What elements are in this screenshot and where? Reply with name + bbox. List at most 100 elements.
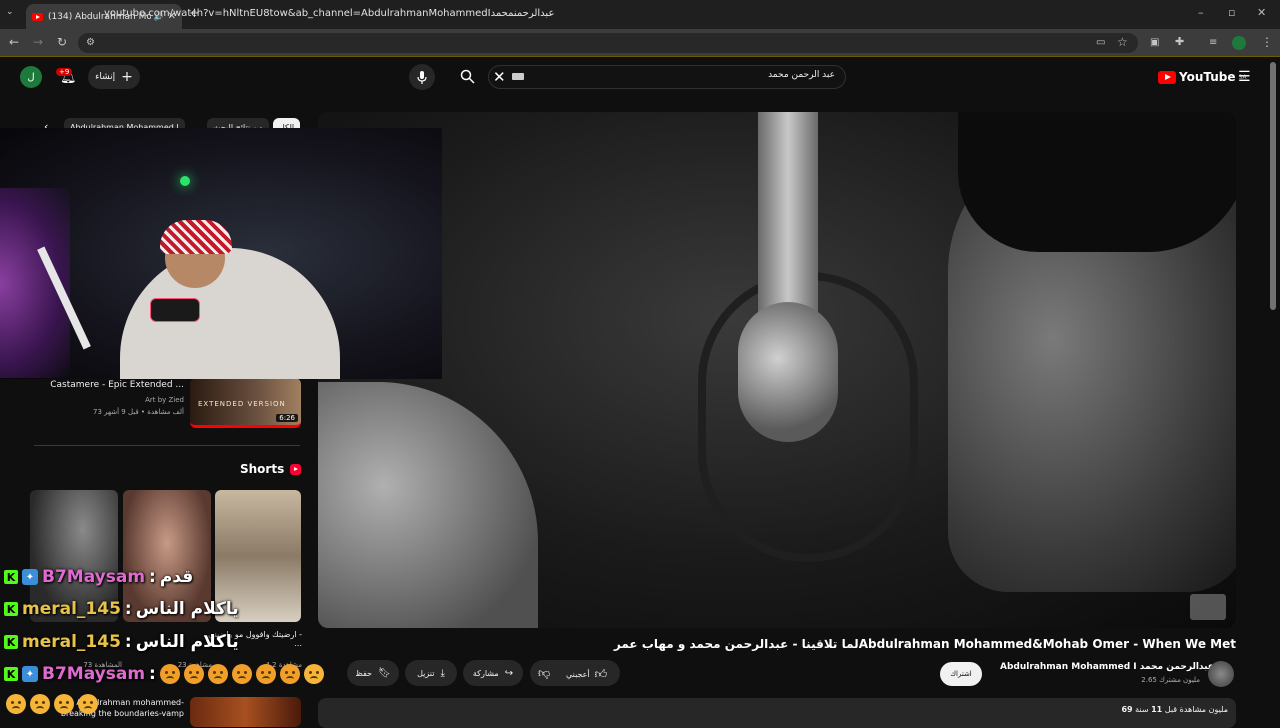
thumbnail-caption: EXTENDED VERSION <box>198 400 286 408</box>
sad-emoji-icon <box>30 694 50 714</box>
bookmark-star-icon[interactable]: ☆ <box>1117 35 1128 49</box>
bookmark-icon: 🔖︎ <box>377 667 391 679</box>
page-scrollbar[interactable] <box>1270 62 1276 310</box>
chrome-menu-icon[interactable]: ⋮ <box>1261 35 1273 49</box>
chat-message: K meral_145 : ياكلام الناس <box>4 631 239 653</box>
video-frame-hair <box>958 112 1236 252</box>
save-button[interactable]: حفظ 🔖︎ <box>347 660 399 686</box>
angry-emoji-icon <box>231 664 252 684</box>
video-frame-microphone <box>738 302 838 442</box>
view-and-date: 69 مليون مشاهدة قبل 11 سنة <box>900 705 1228 714</box>
create-button[interactable]: إنشاء + <box>88 65 140 89</box>
youtube-favicon-icon <box>32 12 43 21</box>
share-icon: ↪ <box>504 667 514 679</box>
chat-message: K ✦ B7Maysam : قدم <box>4 566 193 588</box>
chat-text: ياكلام الناس <box>135 599 239 619</box>
sad-emoji-icon <box>78 694 98 714</box>
date-number: 11 <box>1151 705 1163 714</box>
date-unit: سنة <box>1135 705 1149 714</box>
guide-menu-icon[interactable]: ☰ <box>1238 69 1251 85</box>
maximize-icon[interactable]: ▫ <box>1228 6 1235 19</box>
dislike-icon[interactable]: 👎︎ <box>538 666 550 681</box>
chat-separator: : <box>124 599 132 619</box>
forward-icon[interactable]: → <box>33 35 43 49</box>
chat-username: meral_145 <box>22 632 121 652</box>
subscriber-count: 2.65 مليون مشترك <box>1141 676 1200 684</box>
video-frame-shoulder <box>318 382 538 628</box>
share-button[interactable]: مشاركة ↪ <box>463 660 523 686</box>
sidebar-video-thumbnail[interactable]: EXTENDED VERSION 6:26 <box>190 378 301 428</box>
subscriber-badge-icon: ✦ <box>22 569 38 585</box>
video-title: لما تلاقينا - عبدالرحمن محمد و مهاب عمرA… <box>613 637 1236 651</box>
sidebar-video-title[interactable]: Castamere - Epic Extended ... <box>30 380 184 390</box>
youtube-logo-text: YouTube <box>1179 70 1236 84</box>
profile-avatar[interactable] <box>1232 36 1246 50</box>
download-label: تنزيل <box>417 668 435 678</box>
sad-emoji-icon <box>303 664 324 684</box>
account-avatar[interactable]: ل <box>20 66 42 88</box>
video-frame-mic-stand <box>758 112 818 312</box>
kick-badge-icon: K <box>4 667 18 681</box>
chat-text: قدم <box>159 567 194 587</box>
date-prefix: قبل <box>1164 705 1178 714</box>
plus-icon: + <box>121 69 133 85</box>
youtube-play-icon <box>1158 70 1176 84</box>
microphone-icon <box>417 70 427 84</box>
url-text[interactable]: youtube.com/watch?v=hNltnEU8tow&ab_chann… <box>104 8 554 19</box>
back-icon[interactable]: ← <box>9 35 19 49</box>
create-label: إنشاء <box>95 72 116 82</box>
section-divider <box>34 445 300 446</box>
address-toolbar <box>0 29 1280 57</box>
minimize-icon[interactable]: – <box>1198 6 1204 19</box>
like-label: أعجبني <box>566 670 590 679</box>
youtube-logo[interactable]: YouTube SA <box>1158 70 1247 84</box>
screenshot-icon[interactable]: ▣ <box>1150 37 1159 48</box>
shorts-heading-text: Shorts <box>240 462 285 476</box>
search-icon[interactable] <box>460 69 475 84</box>
angry-emoji-icon <box>159 664 180 684</box>
sad-emoji-icon <box>54 694 74 714</box>
video-player[interactable] <box>318 112 1236 628</box>
sad-emoji-icon <box>6 694 26 714</box>
channel-avatar[interactable] <box>1208 661 1234 687</box>
angry-emoji-icon <box>207 664 228 684</box>
omnibox[interactable] <box>78 33 1138 53</box>
kick-badge-icon: K <box>4 570 18 584</box>
reload-icon[interactable]: ↻ <box>57 35 67 49</box>
kick-badge-icon: K <box>4 635 18 649</box>
site-info-icon[interactable]: ⚙ <box>86 37 95 48</box>
close-window-icon[interactable]: ✕ <box>1257 6 1266 19</box>
subscriber-badge-icon: ✦ <box>22 666 38 682</box>
chat-message: K meral_145 : ياكلام الناس <box>4 598 239 620</box>
keyboard-icon[interactable] <box>512 73 524 80</box>
sidebar-video-channel[interactable]: Art by Zied <box>30 396 184 404</box>
cast-icon[interactable]: ▭ <box>1096 37 1105 48</box>
shorts-heading: Shorts <box>240 462 302 476</box>
next-video-thumbnail[interactable] <box>190 697 301 727</box>
kick-badge-icon: K <box>4 602 18 616</box>
chat-emoji-row <box>6 693 98 715</box>
download-button[interactable]: تنزيل ⤓ <box>405 660 457 686</box>
angry-emoji-icon <box>183 664 204 684</box>
search-input[interactable]: عبد الرحمن محمد <box>650 70 835 80</box>
like-button[interactable]: أعجبني 👍︎ <box>566 667 607 682</box>
chat-message: K ✦ B7Maysam : <box>4 663 324 685</box>
clear-search-icon[interactable]: ✕ <box>493 68 506 86</box>
chat-separator: : <box>149 664 156 684</box>
angry-emoji-icon <box>279 664 300 684</box>
webcam-green-light <box>180 176 190 186</box>
voice-search-button[interactable] <box>409 64 435 90</box>
video-duration: 6:26 <box>276 414 298 422</box>
save-label: حفظ <box>355 668 372 678</box>
media-controls-icon[interactable]: ≡ <box>1209 37 1217 48</box>
chat-username: B7Maysam <box>42 664 146 684</box>
webcam-shemagh <box>160 220 232 254</box>
angry-emoji-icon <box>255 664 276 684</box>
chat-separator: : <box>124 632 132 652</box>
chat-username: B7Maysam <box>42 567 146 587</box>
tab-list-dropdown[interactable]: ⌄ <box>6 7 14 17</box>
channel-name[interactable]: Abdulrahman Mohammed I عبدالرحمن محمد ● <box>1000 662 1224 672</box>
extensions-icon[interactable]: ✚ <box>1175 35 1184 48</box>
webcam-microphone <box>150 298 200 322</box>
subscribe-button[interactable]: اشتراك <box>940 662 982 686</box>
